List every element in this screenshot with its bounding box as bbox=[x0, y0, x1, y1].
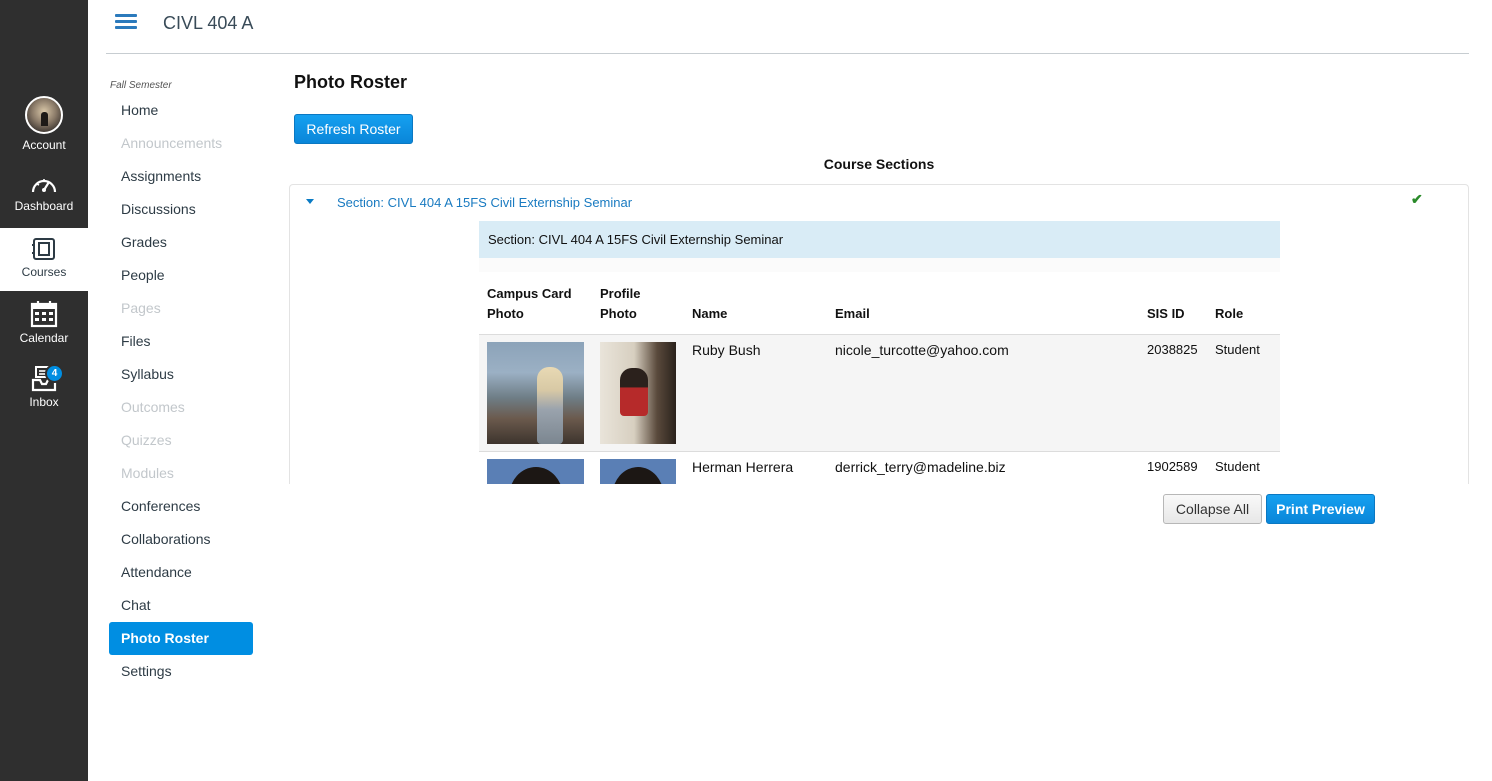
column-header-campus-photo: Campus Card Photo bbox=[479, 284, 592, 335]
campus-photo-cell bbox=[479, 451, 592, 484]
global-nav-courses[interactable]: Courses bbox=[0, 228, 88, 291]
course-nav-photo-roster[interactable]: Photo Roster bbox=[109, 622, 253, 655]
inbox-unread-badge: 4 bbox=[45, 364, 64, 383]
global-nav-dashboard-label: Dashboard bbox=[14, 199, 74, 213]
dashboard-icon bbox=[31, 179, 57, 193]
course-nav-conferences[interactable]: Conferences bbox=[109, 490, 253, 523]
checkmark-icon: ✔ bbox=[1411, 191, 1423, 207]
profile-photo bbox=[600, 459, 676, 484]
section-panel: Section: CIVL 404 A 15FS Civil Externshi… bbox=[289, 184, 1469, 484]
global-nav-inbox-label: Inbox bbox=[29, 395, 59, 409]
avatar bbox=[25, 96, 63, 134]
global-nav-calendar[interactable]: Calendar bbox=[0, 300, 88, 345]
course-nav-home[interactable]: Home bbox=[109, 94, 253, 127]
course-nav-announcements[interactable]: Announcements bbox=[109, 127, 253, 160]
student-name: Herman Herrera bbox=[684, 451, 827, 484]
column-header-sis-id: SIS ID bbox=[1139, 284, 1207, 335]
section-banner-spacer bbox=[479, 258, 1280, 272]
student-role: Student bbox=[1207, 334, 1280, 452]
course-header: CIVL 404 A bbox=[106, 0, 1469, 54]
refresh-roster-button[interactable]: Refresh Roster bbox=[294, 114, 413, 144]
caret-down-icon[interactable] bbox=[306, 199, 314, 204]
course-nav-attendance[interactable]: Attendance bbox=[109, 556, 253, 589]
course-nav-syllabus[interactable]: Syllabus bbox=[109, 358, 253, 391]
campus-card-photo bbox=[487, 342, 584, 444]
global-nav-dashboard[interactable]: Dashboard bbox=[0, 174, 88, 213]
column-header-profile-photo: Profile Photo bbox=[592, 284, 684, 335]
column-header-email: Email bbox=[827, 284, 1139, 335]
table-row: Herman Herrera derrick_terry@madeline.bi… bbox=[479, 451, 1280, 484]
course-nav-settings[interactable]: Settings bbox=[109, 655, 253, 688]
section-toggle-link[interactable]: Section: CIVL 404 A 15FS Civil Externshi… bbox=[337, 195, 632, 210]
print-preview-button[interactable]: Print Preview bbox=[1266, 494, 1375, 524]
global-nav: Account Dashboard Courses Calendar 4 Inb… bbox=[0, 0, 88, 781]
table-row: Ruby Bush nicole_turcotte@yahoo.com 2038… bbox=[479, 334, 1280, 452]
course-nav-outcomes[interactable]: Outcomes bbox=[109, 391, 253, 424]
student-name: Ruby Bush bbox=[684, 334, 827, 452]
course-sections-heading: Course Sections bbox=[823, 156, 935, 172]
page-title: Photo Roster bbox=[294, 72, 408, 92]
student-email: nicole_turcotte@yahoo.com bbox=[827, 334, 1139, 452]
course-nav-people[interactable]: People bbox=[109, 259, 253, 292]
course-nav-discussions[interactable]: Discussions bbox=[109, 193, 253, 226]
section-banner: Section: CIVL 404 A 15FS Civil Externshi… bbox=[479, 221, 1280, 258]
course-nav: Fall Semester Home Announcements Assignm… bbox=[109, 78, 253, 688]
calendar-icon bbox=[30, 301, 58, 328]
student-sis-id: 1902589 bbox=[1139, 451, 1207, 484]
course-nav-grades[interactable]: Grades bbox=[109, 226, 253, 259]
collapse-all-button[interactable]: Collapse All bbox=[1163, 494, 1262, 524]
courses-icon bbox=[32, 238, 55, 260]
column-header-role: Role bbox=[1207, 284, 1280, 335]
global-nav-inbox[interactable]: 4 Inbox bbox=[0, 364, 88, 409]
profile-photo-cell bbox=[592, 334, 684, 452]
global-nav-calendar-label: Calendar bbox=[19, 331, 69, 345]
hamburger-menu-icon[interactable] bbox=[115, 14, 137, 30]
global-nav-courses-label: Courses bbox=[21, 265, 67, 279]
term-label: Fall Semester bbox=[110, 80, 172, 91]
roster-table: Campus Card Photo Profile Photo Name Email… bbox=[479, 284, 1280, 484]
campus-card-photo bbox=[487, 459, 584, 484]
roster-header-row: Campus Card Photo Profile Photo Name Email… bbox=[479, 284, 1280, 335]
course-nav-collaborations[interactable]: Collaborations bbox=[109, 523, 253, 556]
global-nav-account-label: Account bbox=[22, 138, 66, 152]
course-nav-files[interactable]: Files bbox=[109, 325, 253, 358]
column-header-name: Name bbox=[684, 284, 827, 335]
course-nav-modules[interactable]: Modules bbox=[109, 457, 253, 490]
course-nav-quizzes[interactable]: Quizzes bbox=[109, 424, 253, 457]
breadcrumb-course-title[interactable]: CIVL 404 A bbox=[163, 13, 253, 34]
global-nav-account[interactable]: Account bbox=[0, 96, 88, 152]
profile-photo-cell bbox=[592, 451, 684, 484]
profile-photo bbox=[600, 342, 676, 444]
course-nav-assignments[interactable]: Assignments bbox=[109, 160, 253, 193]
course-nav-chat[interactable]: Chat bbox=[109, 589, 253, 622]
student-sis-id: 2038825 bbox=[1139, 334, 1207, 452]
course-nav-pages[interactable]: Pages bbox=[109, 292, 253, 325]
student-role: Student bbox=[1207, 451, 1280, 484]
student-email: derrick_terry@madeline.biz bbox=[827, 451, 1139, 484]
campus-photo-cell bbox=[479, 334, 592, 452]
